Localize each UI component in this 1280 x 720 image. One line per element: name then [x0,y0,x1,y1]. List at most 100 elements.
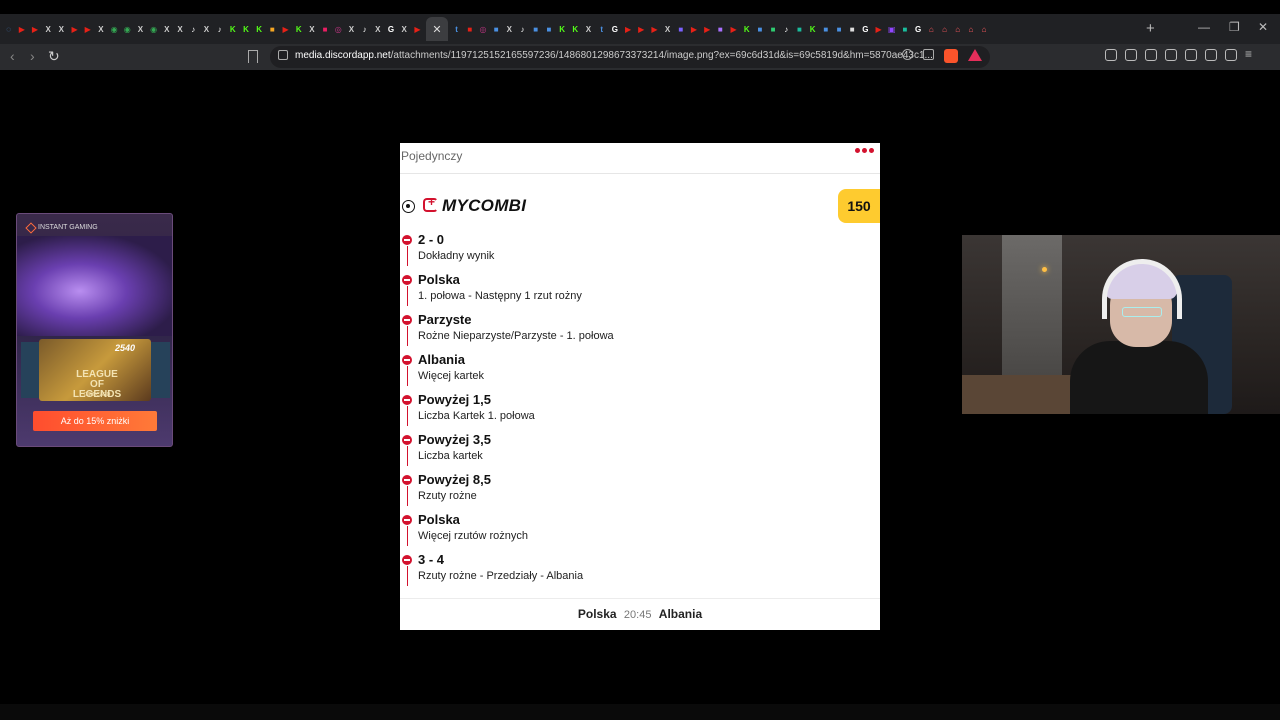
address-bar[interactable]: media.discordapp.net/attachments/1197125… [270,46,990,68]
browser-tab[interactable]: ◎ [332,17,345,41]
browser-tab[interactable]: t [595,17,608,41]
browser-tab[interactable]: ▶ [648,17,661,41]
browser-tab[interactable]: G [384,17,397,41]
browser-tab[interactable]: ✕ [426,17,448,41]
sidebar-icon[interactable] [1165,49,1177,61]
remove-selection-icon[interactable] [402,475,412,485]
browser-tab[interactable]: K [226,17,239,41]
browser-tab[interactable]: X [55,17,68,41]
remove-selection-icon[interactable] [402,515,412,525]
browser-tab[interactable]: ■ [793,17,806,41]
browser-tab[interactable]: ▶ [411,17,424,41]
browser-tab[interactable]: ▶ [635,17,648,41]
ad-cta-button[interactable]: Aż do 15% zniżki [33,411,157,431]
browser-tab[interactable]: ◉ [108,17,121,41]
instant-gaming-ad[interactable]: INSTANT GAMING 2540 LEAGUE OF LEGENDS GI… [16,213,173,447]
browser-tab[interactable]: ⌂ [925,17,938,41]
remove-selection-icon[interactable] [402,435,412,445]
browser-tab[interactable]: ■ [674,17,687,41]
browser-tab[interactable]: K [253,17,266,41]
remove-selection-icon[interactable] [402,315,412,325]
browser-tab[interactable]: ◉ [147,17,160,41]
browser-tab[interactable]: X [345,17,358,41]
browser-tab[interactable]: ▶ [872,17,885,41]
browser-tab[interactable]: ♪ [780,17,793,41]
browser-tab[interactable]: ■ [753,17,766,41]
browser-tab[interactable]: ■ [266,17,279,41]
url-text[interactable]: media.discordapp.net/attachments/1197125… [295,50,933,61]
browser-tab[interactable]: ▶ [15,17,28,41]
browser-tab[interactable]: ■ [767,17,780,41]
browser-tab[interactable]: X [398,17,411,41]
browser-tab[interactable]: ♪ [358,17,371,41]
browser-tab[interactable]: X [134,17,147,41]
wallet-icon[interactable] [1125,49,1137,61]
back-button[interactable]: ‹ [10,48,15,64]
browser-tab[interactable]: K [740,17,753,41]
browser-tab[interactable]: ⌂ [951,17,964,41]
browser-tab[interactable]: ▶ [68,17,81,41]
site-info-icon[interactable] [278,50,288,60]
browser-tab[interactable]: ■ [463,17,476,41]
browser-tab[interactable]: ▶ [701,17,714,41]
browser-tab[interactable]: ▶ [621,17,634,41]
browser-tab[interactable]: K [806,17,819,41]
browser-tab[interactable]: X [582,17,595,41]
close-icon[interactable]: ✕ [432,23,441,36]
browser-tab[interactable]: ♪ [187,17,200,41]
browser-tab[interactable]: ■ [898,17,911,41]
vpn-icon[interactable] [1225,49,1237,61]
browser-tab[interactable]: G [608,17,621,41]
menu-icon[interactable]: ≡ [1245,48,1257,61]
reload-button[interactable]: ↻ [48,48,60,65]
browser-tab[interactable]: ■ [319,17,332,41]
browser-tab[interactable]: K [569,17,582,41]
browser-tab[interactable]: G [859,17,872,41]
browser-tab[interactable]: ⌂ [978,17,991,41]
remove-selection-icon[interactable] [402,555,412,565]
browser-tab[interactable]: X [160,17,173,41]
zoom-icon[interactable] [902,49,913,60]
browser-tab[interactable]: X [503,17,516,41]
browser-tab[interactable]: ⌂ [964,17,977,41]
music-icon[interactable] [1145,49,1157,61]
minimize-button[interactable]: — [1198,20,1210,34]
browser-tab[interactable]: ◎ [476,17,489,41]
browser-tab[interactable]: ▶ [279,17,292,41]
browser-tab[interactable]: ▶ [687,17,700,41]
browser-tab[interactable]: X [42,17,55,41]
more-options-icon[interactable] [855,148,874,153]
browser-tab[interactable]: ♪ [516,17,529,41]
browser-tab[interactable]: X [371,17,384,41]
extensions-icon[interactable] [1105,49,1117,61]
browser-tab[interactable]: ■ [832,17,845,41]
browser-tab[interactable]: ⌂ [938,17,951,41]
brave-shields-icon[interactable] [944,49,958,63]
browser-tab[interactable]: ▶ [28,17,41,41]
browser-tab[interactable]: X [94,17,107,41]
remove-selection-icon[interactable] [402,395,412,405]
browser-tab[interactable]: ■ [819,17,832,41]
browser-tab[interactable]: X [200,17,213,41]
browser-tab[interactable]: ■ [714,17,727,41]
browser-tab[interactable]: ▣ [885,17,898,41]
browser-tab[interactable]: K [556,17,569,41]
browser-tab[interactable]: X [173,17,186,41]
browser-tab[interactable]: K [292,17,305,41]
remove-selection-icon[interactable] [402,235,412,245]
brave-rewards-icon[interactable] [968,49,982,61]
browser-tab[interactable]: X [661,17,674,41]
browser-tab[interactable]: ♪ [213,17,226,41]
remove-selection-icon[interactable] [402,275,412,285]
forward-button[interactable]: › [30,48,35,64]
close-window-button[interactable]: ✕ [1258,20,1268,34]
browser-tab[interactable]: X [305,17,318,41]
browser-tab[interactable]: G [912,17,925,41]
browser-tab[interactable]: ■ [529,17,542,41]
browser-tab[interactable]: ■ [846,17,859,41]
share-icon[interactable] [923,49,934,60]
new-tab-button[interactable]: + [1146,20,1155,37]
browser-tab[interactable]: t [450,17,463,41]
remove-selection-icon[interactable] [402,355,412,365]
browser-tab[interactable]: ▶ [727,17,740,41]
